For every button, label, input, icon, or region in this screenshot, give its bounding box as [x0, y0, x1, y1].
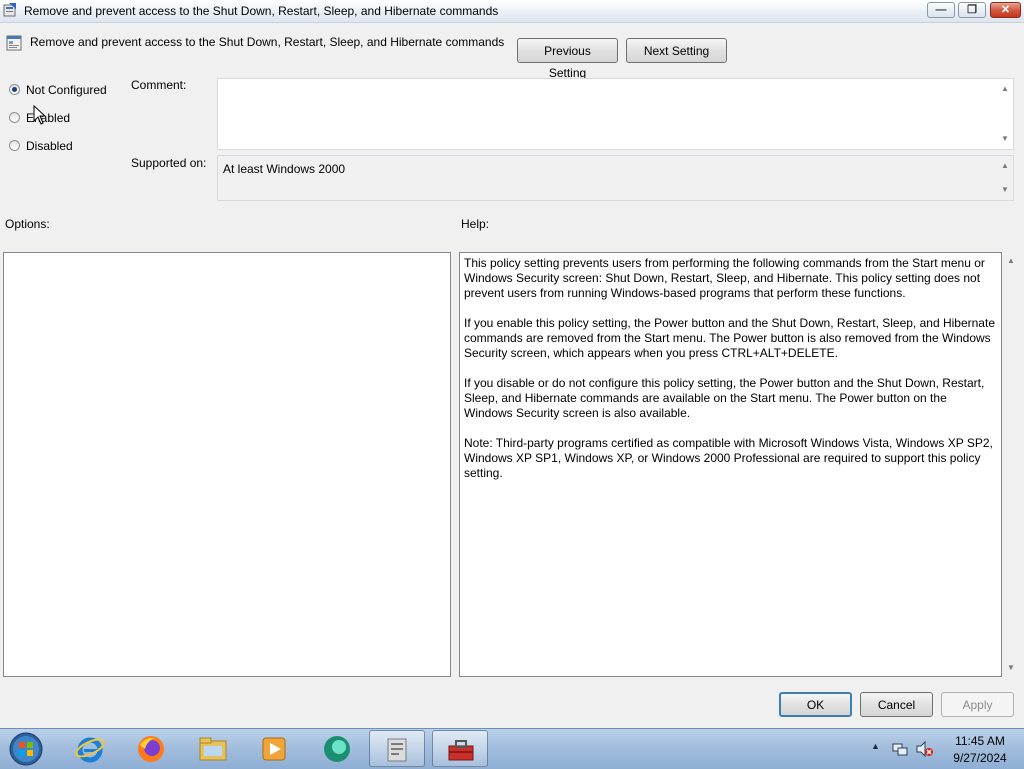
internet-explorer-icon [75, 737, 105, 763]
options-panel [3, 252, 451, 677]
minimize-button[interactable]: — [927, 2, 955, 18]
scroll-down-icon[interactable]: ▼ [997, 132, 1013, 146]
tray-expand-icon[interactable]: ▲ [871, 741, 880, 751]
start-orb-icon[interactable] [6, 730, 46, 768]
taskbar-file-explorer[interactable] [185, 730, 241, 767]
options-label: Options: [5, 217, 50, 231]
scroll-down-icon[interactable]: ▼ [1003, 661, 1019, 675]
scroll-up-icon[interactable]: ▲ [997, 159, 1013, 173]
maximize-button[interactable]: ❐ [958, 2, 986, 18]
taskbar-green-app[interactable] [309, 730, 365, 767]
help-paragraph: Note: Third-party programs certified as … [464, 436, 993, 480]
minimize-icon: — [935, 4, 947, 16]
comment-field[interactable]: ▲ ▼ [217, 78, 1014, 150]
network-icon[interactable] [892, 741, 908, 757]
supported-scrollbar[interactable]: ▲ ▼ [997, 156, 1013, 200]
taskbar: ▲ 11:45 AM 9/27/2024 [0, 728, 1024, 769]
comment-scrollbar[interactable]: ▲ ▼ [997, 79, 1013, 149]
gpedit-icon [387, 738, 407, 762]
policy-setting-icon [6, 35, 22, 51]
help-paragraph: If you enable this policy setting, the P… [464, 316, 995, 360]
green-app-icon [324, 736, 350, 762]
radio-dot[interactable] [9, 112, 20, 123]
taskbar-media-player[interactable] [246, 730, 302, 767]
ok-button[interactable]: OK [779, 692, 852, 717]
clock-date[interactable]: 9/27/2024 [940, 751, 1020, 765]
taskbar-toolbox[interactable] [432, 730, 488, 767]
previous-setting-button[interactable]: Previous Setting [517, 38, 618, 80]
clock-time[interactable]: 11:45 AM [940, 734, 1020, 748]
policy-title: Remove and prevent access to the Shut Do… [30, 35, 505, 49]
radio-dot[interactable] [9, 140, 20, 151]
next-setting-button[interactable]: Next Setting [626, 38, 727, 63]
mouse-cursor-icon [33, 105, 45, 125]
scroll-up-icon[interactable]: ▲ [1003, 254, 1019, 268]
help-label: Help: [461, 217, 490, 231]
supported-on-value: At least Windows 2000 [223, 162, 346, 176]
toolbox-icon [448, 740, 474, 761]
radio-label: Not Configured [26, 83, 107, 97]
window-title-bar[interactable]: Remove and prevent access to the Shut Do… [0, 0, 1024, 23]
volume-muted-icon[interactable] [916, 741, 934, 757]
help-panel: This policy setting prevents users from … [459, 252, 1002, 677]
supported-on-field: At least Windows 2000 ▲ ▼ [217, 155, 1014, 201]
file-explorer-icon [199, 737, 227, 761]
scroll-down-icon[interactable]: ▼ [997, 183, 1013, 197]
window-title: Remove and prevent access to the Shut Do… [24, 4, 499, 18]
apply-button[interactable]: Apply [941, 692, 1014, 717]
media-player-icon [262, 737, 286, 761]
supported-on-label: Supported on: [131, 156, 207, 170]
radio-dot[interactable] [9, 84, 20, 95]
scroll-up-icon[interactable]: ▲ [997, 82, 1013, 96]
taskbar-firefox[interactable] [123, 730, 179, 767]
maximize-icon: ❐ [967, 4, 977, 16]
taskbar-internet-explorer[interactable] [62, 730, 118, 767]
radio-label: Disabled [26, 139, 73, 153]
close-icon: ✕ [1000, 4, 1011, 16]
comment-label: Comment: [131, 78, 187, 92]
firefox-icon [138, 736, 164, 762]
help-paragraph: If you disable or do not configure this … [464, 376, 985, 420]
help-paragraph: This policy setting prevents users from … [464, 256, 985, 300]
gpedit-window-icon [3, 3, 16, 17]
close-button[interactable]: ✕ [990, 2, 1021, 18]
help-scrollbar[interactable]: ▲ ▼ [1003, 252, 1021, 677]
cancel-button[interactable]: Cancel [860, 692, 933, 717]
taskbar-gpedit[interactable] [369, 730, 425, 767]
